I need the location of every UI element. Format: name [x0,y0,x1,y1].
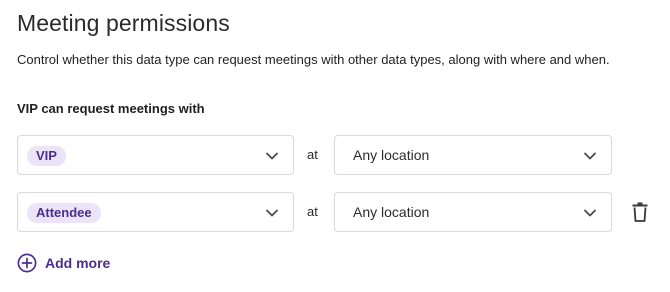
location-value: Any location [353,204,430,220]
data-type-select[interactable]: VIP [17,135,294,175]
permission-row: VIP at Any location [17,135,657,177]
at-label: at [307,147,318,162]
data-type-chip: Attendee [27,203,101,223]
data-type-select[interactable]: Attendee [17,192,294,232]
permission-row: Attendee at Any location [17,192,657,234]
chevron-down-icon [584,152,596,160]
location-select[interactable]: Any location [334,192,612,232]
page-description: Control whether this data type can reque… [17,52,610,67]
location-value: Any location [353,147,430,163]
plus-circle-icon [17,253,37,273]
location-select[interactable]: Any location [334,135,612,175]
chevron-down-icon [266,209,278,217]
chevron-down-icon [266,152,278,160]
page-title: Meeting permissions [17,10,230,36]
chevron-down-icon [584,209,596,217]
add-more-label: Add more [45,255,111,271]
at-label: at [307,204,318,219]
trash-icon[interactable] [631,202,649,222]
add-more-button[interactable]: Add more [17,252,110,274]
data-type-chip: VIP [27,146,66,166]
section-label: VIP can request meetings with [17,101,205,116]
